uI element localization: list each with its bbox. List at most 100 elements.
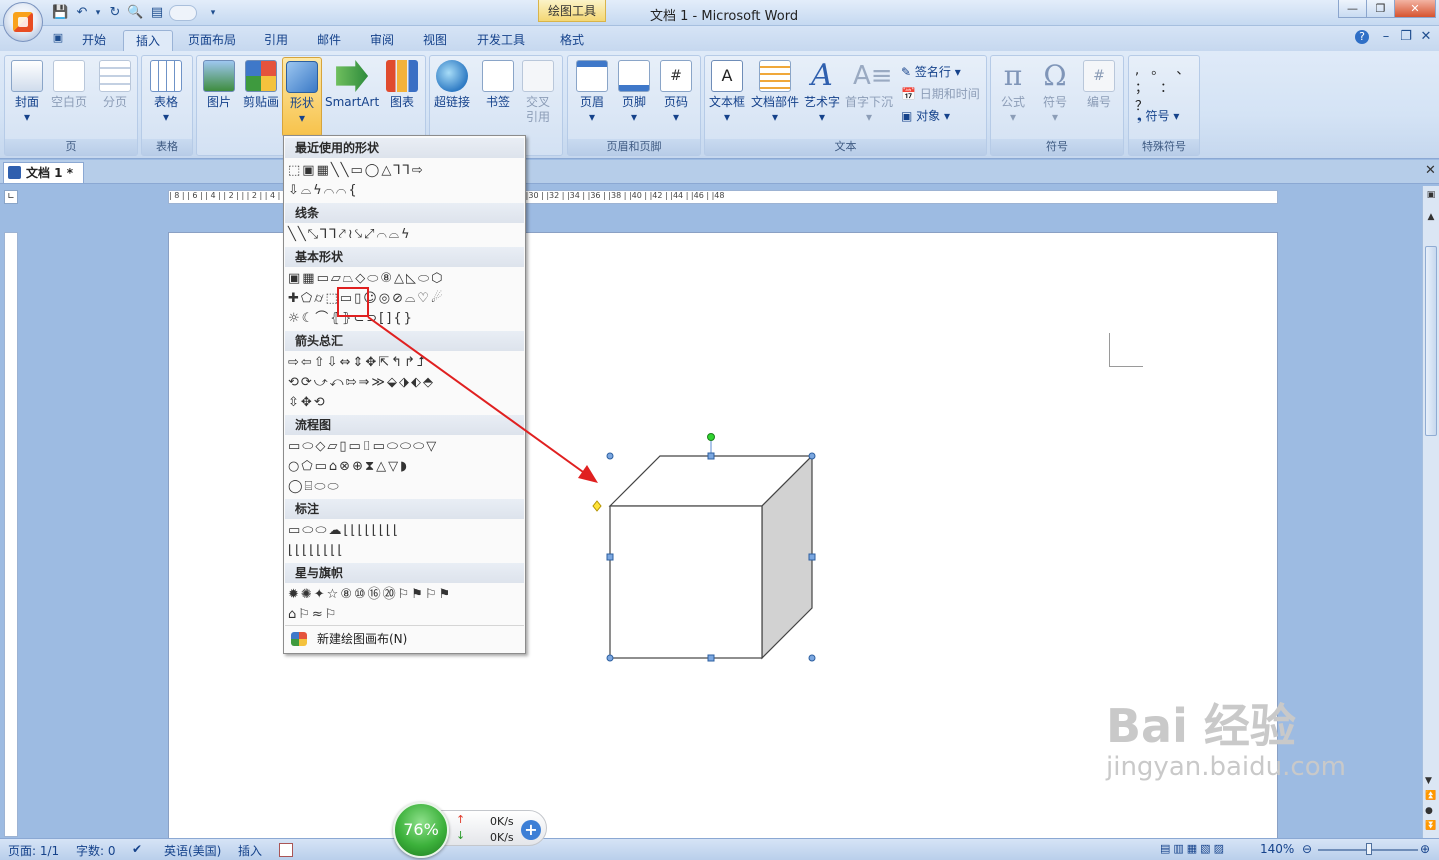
- minimize-button[interactable]: —: [1338, 0, 1367, 18]
- tab-mailings[interactable]: 邮件: [305, 30, 353, 52]
- tab-review[interactable]: 审阅: [358, 30, 406, 52]
- undo-dropdown-icon[interactable]: ▾: [90, 5, 106, 21]
- tab-references[interactable]: 引用: [252, 30, 300, 52]
- ruler-toggle-icon[interactable]: ▣: [1425, 190, 1437, 204]
- footer-button[interactable]: 页脚 ▾: [618, 60, 650, 125]
- undo-icon[interactable]: ↶: [74, 5, 90, 21]
- equation-button[interactable]: π 公式 ▾: [997, 60, 1029, 125]
- shape-row[interactable]: ⇳✥⟲: [288, 394, 327, 412]
- insert-mode[interactable]: 插入: [238, 842, 262, 859]
- resize-handle-w[interactable]: [606, 553, 614, 561]
- vertical-ruler[interactable]: [4, 232, 18, 837]
- office-button[interactable]: [3, 2, 43, 42]
- toggle-icon[interactable]: [169, 5, 197, 21]
- tab-selector-button[interactable]: ∟: [4, 190, 18, 204]
- proofing-icon[interactable]: ✔: [132, 842, 142, 856]
- shape-row[interactable]: ⌊⌊⌊⌊⌊⌊⌊⌊: [288, 542, 345, 560]
- maximize-button[interactable]: ❐: [1366, 0, 1395, 18]
- blank-page-button[interactable]: 空白页: [51, 60, 87, 110]
- smartart-button[interactable]: SmartArt: [325, 60, 379, 110]
- macro-record-icon[interactable]: [279, 843, 293, 857]
- adjust-handle[interactable]: [592, 500, 602, 512]
- page-break-button[interactable]: 分页: [99, 60, 131, 110]
- symbol-button[interactable]: Ω 符号 ▾: [1039, 60, 1071, 125]
- tab-developer[interactable]: 开发工具: [465, 30, 537, 52]
- language-indicator[interactable]: 英语(美国): [164, 842, 221, 859]
- ribbon-minimize-icon[interactable]: –: [1378, 29, 1394, 45]
- download-speed: 0K/s: [490, 831, 514, 844]
- page-number-button[interactable]: # 页码 ▾: [660, 60, 692, 125]
- scroll-thumb[interactable]: [1425, 246, 1437, 436]
- next-page-icon[interactable]: ⏬: [1425, 821, 1436, 831]
- add-icon[interactable]: +: [521, 820, 541, 840]
- close-document-icon[interactable]: ✕: [1425, 163, 1436, 178]
- header-button[interactable]: 页眉 ▾: [576, 60, 608, 125]
- close-button[interactable]: ✕: [1394, 0, 1436, 18]
- zoom-slider-thumb[interactable]: [1366, 843, 1372, 855]
- scroll-up-icon[interactable]: ▲: [1425, 212, 1437, 224]
- date-time-button[interactable]: 📅 日期和时间: [901, 84, 980, 104]
- view-buttons[interactable]: ▤▥▦▧▨: [1160, 842, 1227, 855]
- tab-insert[interactable]: 插入: [123, 30, 174, 52]
- memory-usage-ball[interactable]: 76%: [393, 802, 449, 858]
- chart-button[interactable]: 图表: [386, 60, 418, 110]
- hyperlink-button[interactable]: 超链接: [434, 60, 470, 110]
- cover-page-button[interactable]: 封面 ▾: [11, 60, 43, 125]
- tab-page-layout[interactable]: 页面布局: [176, 30, 248, 52]
- new-drawing-canvas-item[interactable]: 新建绘图画布(N): [285, 625, 524, 652]
- shape-row[interactable]: ▭⬭⬭☁⌊⌊⌊⌊⌊⌊⌊⌊: [288, 522, 400, 540]
- drop-cap-button[interactable]: A≡ 首字下沉 ▾: [845, 60, 893, 125]
- signature-line-button[interactable]: ✎ 签名行 ▾: [901, 62, 961, 82]
- shapes-button[interactable]: 形状 ▾: [282, 57, 322, 137]
- save-icon[interactable]: 💾: [52, 5, 68, 21]
- help-icon[interactable]: ?: [1355, 30, 1369, 44]
- shape-row[interactable]: ⇩⌓ϟ⌒⌒{: [288, 182, 359, 200]
- qat-customize-icon[interactable]: ▾: [205, 5, 221, 21]
- prev-page-icon[interactable]: ⏫: [1425, 791, 1436, 801]
- group-text-label: 文本: [705, 139, 986, 155]
- cube-shape[interactable]: [580, 425, 830, 670]
- shape-row[interactable]: ▣▦▭▱⏢◇⬭⑧△◺⬭⬡: [288, 270, 444, 288]
- page-count[interactable]: 页面: 1/1: [8, 842, 59, 859]
- quick-parts-button[interactable]: 文档部件 ▾: [751, 60, 799, 125]
- shape-row[interactable]: ◯⌸⬭⬭: [288, 478, 341, 496]
- ribbon-close-icon[interactable]: ✕: [1418, 29, 1434, 45]
- cross-reference-button[interactable]: 交叉 引用: [522, 60, 554, 125]
- resize-handle-sw[interactable]: [606, 654, 614, 662]
- clip-art-button[interactable]: 剪贴画: [243, 60, 279, 110]
- zoom-in-icon[interactable]: ⊕: [1420, 842, 1430, 856]
- resize-handle-ne[interactable]: [808, 452, 816, 460]
- table-button[interactable]: 表格 ▾: [150, 60, 182, 125]
- vertical-scrollbar[interactable]: ▣ ▲ ▼ ⏫ ● ⏬: [1422, 186, 1439, 838]
- picture-button[interactable]: 图片: [203, 60, 235, 110]
- text-box-button[interactable]: A 文本框 ▾: [709, 60, 745, 125]
- tab-home[interactable]: 开始: [70, 30, 118, 52]
- zoom-out-icon[interactable]: ⊖: [1302, 842, 1312, 856]
- special-symbol-button[interactable]: ❟ 符号 ▾: [1137, 106, 1179, 126]
- shape-row[interactable]: ╲╲⤡⅂⅂⤤≀⤥⤢⌒⌓ϟ: [288, 226, 412, 244]
- resize-handle-se[interactable]: [808, 654, 816, 662]
- resize-handle-e[interactable]: [808, 553, 816, 561]
- rotation-handle[interactable]: [707, 433, 715, 441]
- tab-format[interactable]: 格式: [548, 30, 596, 52]
- shape-row[interactable]: ⌂⚐≈⚐: [288, 606, 338, 624]
- redo-icon[interactable]: ↻: [107, 5, 123, 21]
- print-preview-icon[interactable]: 🔍: [127, 5, 143, 21]
- shape-row[interactable]: ✹✺✦☆⑧⑩⑯⑳⚐⚑⚐⚑: [288, 586, 452, 604]
- scroll-down-icon[interactable]: ▼: [1425, 776, 1432, 786]
- object-button[interactable]: ▣ 对象 ▾: [901, 106, 950, 126]
- quick-print-icon[interactable]: ▤: [149, 5, 165, 21]
- browse-object-icon[interactable]: ●: [1425, 806, 1433, 816]
- resize-handle-s[interactable]: [707, 654, 715, 662]
- document-tab[interactable]: 文档 1 *: [3, 162, 84, 183]
- word-count[interactable]: 字数: 0: [76, 842, 116, 859]
- tab-view[interactable]: 视图: [411, 30, 459, 52]
- numbering-button[interactable]: # 编号: [1083, 60, 1115, 110]
- ribbon-restore-icon[interactable]: ❐: [1398, 29, 1414, 45]
- wordart-button[interactable]: A 艺术字 ▾: [804, 60, 840, 125]
- shape-row[interactable]: ⬚▣▦╲╲▭◯△⅂⅂⇨: [288, 162, 425, 180]
- bookmark-button[interactable]: 书签: [482, 60, 514, 110]
- network-speed-widget[interactable]: ↑ ↓ 0K/s 0K/s 76% +: [393, 802, 549, 858]
- zoom-level[interactable]: 140%: [1260, 842, 1294, 856]
- resize-handle-n[interactable]: [707, 452, 715, 460]
